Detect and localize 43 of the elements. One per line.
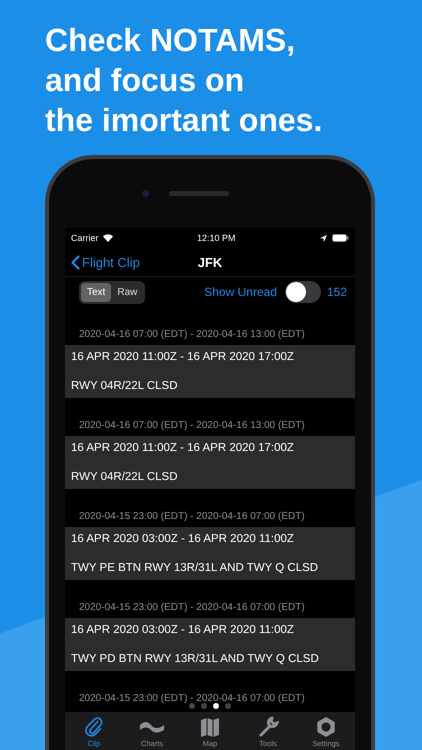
unread-count: 152 [326,285,347,299]
utc-time-range: 16 APR 2020 11:00Z - 16 APR 2020 17:00Z [71,351,295,363]
camera-icon [142,190,148,197]
toggle-label: Show Unread [204,285,277,299]
page-dot[interactable] [201,703,207,709]
segment-button[interactable]: Text [81,282,112,302]
speaker-icon [168,191,228,196]
toggle-switch[interactable] [284,281,321,303]
notam-cell[interactable]: 16 APR 2020 11:00Z - 16 APR 2020 17:00Z RWY 04R/22L CLSD [65,345,355,398]
back-button[interactable]: Flight Clip [65,254,146,270]
notam-cell[interactable]: 16 APR 2020 03:00Z - 16 APR 2020 11:00Z TWY PD BTN RWY 13R/31L AND TWY Q CLSD [65,618,355,671]
map-icon [199,716,221,738]
page-dot[interactable] [225,703,231,709]
notam-cell[interactable]: 16 APR 2020 11:00Z - 16 APR 2020 17:00Z RWY 04R/22L CLSD [65,436,355,489]
notam-text: TWY PE BTN RWY 13R/31L AND TWY Q CLSD [71,562,320,574]
battery-icon [332,234,349,242]
wrench-icon [257,716,279,738]
headline: the imortant ones. [45,101,322,140]
clock: 12:10 PM [196,233,236,243]
page-dot[interactable] [213,703,219,709]
notam-cell[interactable]: 16 APR 2020 03:00Z - 16 APR 2020 11:00Z TWY PE BTN RWY 13R/31L AND TWY Q CLSD [65,527,355,580]
page-dot[interactable] [189,703,195,709]
local-time-range: 2020-04-15 23:00 (EDT) - 2020-04-16 07:00 (EDT) [79,693,305,704]
local-time-range: 2020-04-16 07:00 (EDT) - 2020-04-16 13:00 (EDT) [79,420,305,431]
notam-text: TWY PD BTN RWY 13R/31L AND TWY Q CLSD [71,653,320,665]
headline: Check NOTAMS, [45,21,296,60]
local-time-range: 2020-04-15 23:00 (EDT) - 2020-04-16 07:00 (EDT) [79,511,305,522]
location-icon [320,234,327,242]
notam-text: RWY 04R/22L CLSD [71,380,179,392]
notam-text: RWY 04R/22L CLSD [71,471,179,483]
nav-title: JFK [198,255,222,270]
utc-time-range: 16 APR 2020 11:00Z - 16 APR 2020 17:00Z [71,442,295,454]
segment-button[interactable]: Raw [111,282,144,302]
paperclip-icon [83,716,105,738]
local-time-range: 2020-04-15 23:00 (EDT) - 2020-04-16 07:00 (EDT) [79,602,305,613]
wifi-icon [102,234,113,242]
utc-time-range: 16 APR 2020 03:00Z - 16 APR 2020 11:00Z [71,624,295,636]
utc-time-range: 16 APR 2020 03:00Z - 16 APR 2020 11:00Z [71,533,295,545]
headline: and focus on [45,61,244,100]
chevron-left-icon [71,254,80,270]
settings-icon [315,716,337,738]
carrier-label: Carrier [71,233,99,243]
local-time-range: 2020-04-16 07:00 (EDT) - 2020-04-16 13:00 (EDT) [79,329,305,340]
